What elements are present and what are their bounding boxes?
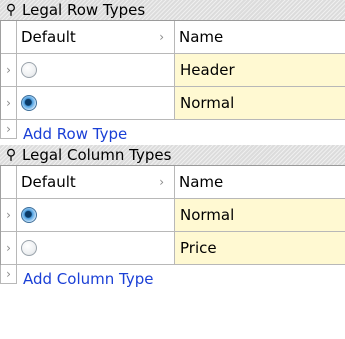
name-column-header[interactable]: Name (175, 166, 345, 198)
default-cell[interactable] (17, 54, 175, 86)
add-row-icon[interactable]: › (0, 265, 17, 284)
default-radio[interactable] (21, 62, 37, 78)
column-types-grid: Default › Name › Normal › Price (0, 166, 345, 265)
row-expand-icon[interactable]: › (1, 54, 17, 86)
column-header-row: Default › Name (1, 21, 345, 54)
default-column-header[interactable]: Default › (17, 21, 175, 53)
default-column-label: Default (21, 28, 76, 46)
column-header-row: Default › Name (1, 166, 345, 199)
chevron-right-icon: › (159, 175, 164, 189)
table-row[interactable]: › Price (1, 232, 345, 265)
section-header[interactable]: ⚲ Legal Column Types (0, 145, 345, 166)
pin-icon[interactable]: ⚲ (0, 0, 22, 20)
row-types-grid: Default › Name › Header › Normal (0, 21, 345, 120)
add-column-type-link[interactable]: Add Column Type (17, 265, 153, 290)
table-row[interactable]: › Header (1, 54, 345, 87)
name-column-label: Name (179, 173, 224, 191)
section-header[interactable]: ⚲ Legal Row Types (0, 0, 345, 21)
name-cell[interactable]: Normal (175, 199, 345, 231)
default-radio[interactable] (21, 240, 37, 256)
table-row[interactable]: › Normal (1, 199, 345, 232)
default-cell[interactable] (17, 232, 175, 264)
row-expand-icon[interactable]: › (1, 87, 17, 119)
pin-icon[interactable]: ⚲ (0, 145, 22, 165)
section-title: Legal Row Types (22, 1, 146, 19)
default-radio[interactable] (21, 207, 37, 223)
default-radio[interactable] (21, 95, 37, 111)
chevron-right-icon: › (159, 30, 164, 44)
default-column-header[interactable]: Default › (17, 166, 175, 198)
table-row[interactable]: › Normal (1, 87, 345, 120)
add-row-icon[interactable]: › (0, 120, 17, 139)
default-column-label: Default (21, 173, 76, 191)
add-row-type-link[interactable]: Add Row Type (17, 120, 127, 145)
name-cell[interactable]: Header (175, 54, 345, 86)
section-title: Legal Column Types (22, 146, 172, 164)
default-cell[interactable] (17, 87, 175, 119)
name-cell[interactable]: Normal (175, 87, 345, 119)
row-expand-icon[interactable]: › (1, 199, 17, 231)
legal-column-types-section: ⚲ Legal Column Types Default › Name › No… (0, 145, 345, 290)
name-column-header[interactable]: Name (175, 21, 345, 53)
default-cell[interactable] (17, 199, 175, 231)
row-selector-header (1, 21, 17, 53)
add-row-type-row: › Add Row Type (0, 120, 345, 145)
name-column-label: Name (179, 28, 224, 46)
name-cell[interactable]: Price (175, 232, 345, 264)
legal-row-types-section: ⚲ Legal Row Types Default › Name › Heade… (0, 0, 345, 145)
add-column-type-row: › Add Column Type (0, 265, 345, 290)
row-expand-icon[interactable]: › (1, 232, 17, 264)
row-selector-header (1, 166, 17, 198)
